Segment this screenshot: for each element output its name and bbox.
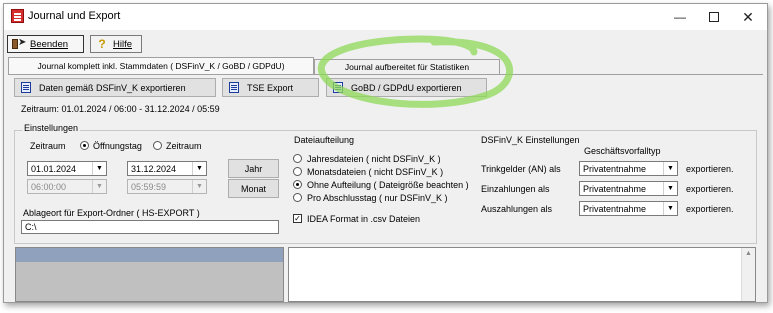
export-folder-value: C:\ <box>25 222 37 232</box>
month-button-label: Monat <box>240 183 266 194</box>
year-button[interactable]: Jahr <box>228 159 279 178</box>
title-bar: Journal und Export — ✕ <box>4 4 767 30</box>
payout-suffix: exportieren. <box>686 204 734 214</box>
tip-type-select[interactable]: Privatentnahme ▼ <box>579 161 678 176</box>
journal-list-header <box>16 248 283 262</box>
maximize-button[interactable] <box>697 4 731 30</box>
help-button[interactable]: ? Hilfe <box>90 35 142 53</box>
zeitraum-label: Zeitraum <box>30 141 66 151</box>
radio-jahresdateien-label: Jahresdateien ( nicht DSFinV_K ) <box>307 154 441 164</box>
close-icon: ✕ <box>742 8 754 25</box>
tab-divider <box>8 74 763 75</box>
deposit-type-value: Privatentnahme <box>583 183 647 194</box>
year-button-label: Jahr <box>244 163 263 174</box>
log-output-panel[interactable]: ▲ <box>288 247 756 302</box>
scroll-up-icon: ▲ <box>745 250 752 257</box>
export-folder-input[interactable]: C:\ <box>21 220 279 234</box>
chevron-down-icon: ▼ <box>92 162 106 175</box>
idea-checkbox[interactable]: ✓ <box>293 214 302 223</box>
tip-label: Trinkgelder (AN) als <box>481 164 561 174</box>
radio-monatsdateien[interactable] <box>293 167 302 176</box>
deposit-label: Einzahlungen als <box>481 184 550 194</box>
chevron-down-icon: ▼ <box>663 182 677 195</box>
vertical-scrollbar[interactable]: ▲ <box>741 248 755 301</box>
gobd-export-button[interactable]: GoBD / GDPdU exportieren <box>326 78 487 97</box>
month-button[interactable]: Monat <box>228 179 279 198</box>
tse-export-label: TSE Export <box>247 82 294 93</box>
period-text: Zeitraum: 01.01.2024 / 06:00 - 31.12.202… <box>21 104 220 114</box>
deposit-suffix: exportieren. <box>686 184 734 194</box>
minimize-icon: — <box>674 10 686 24</box>
radio-ohne-aufteilung[interactable] <box>293 180 302 189</box>
dsfinv-heading: DSFinV_K Einstellungen <box>481 135 580 145</box>
export-folder-label: Ablageort für Export-Ordner ( HS-EXPORT … <box>23 208 200 218</box>
file-split-heading: Dateiaufteilung <box>294 135 355 145</box>
time-from-picker: 06:00:00 ▼ <box>27 179 107 194</box>
close-button[interactable]: ✕ <box>731 4 765 30</box>
tip-type-value: Privatentnahme <box>583 163 647 174</box>
payout-label: Auszahlungen als <box>481 204 553 214</box>
tab-journal-komplett[interactable]: Journal komplett inkl. Stammdaten ( DSFi… <box>8 57 314 74</box>
chevron-down-icon: ▼ <box>192 180 206 193</box>
time-from-value: 06:00:00 <box>31 181 67 192</box>
tab-journal-statistik-label: Journal aufbereitet für Statistiken <box>344 62 470 72</box>
idea-checkbox-label: IDEA Format in .csv Dateien <box>307 214 421 224</box>
document-icon <box>333 82 343 93</box>
radio-ohne-aufteilung-label: Ohne Aufteilung ( Dateigröße beachten ) <box>307 180 469 190</box>
document-icon <box>229 82 239 93</box>
export-dsfinv-button[interactable]: Daten gemäß DSFinV_K exportieren <box>14 78 216 97</box>
window-title: Journal und Export <box>28 10 121 22</box>
radio-pro-abschlusstag-label: Pro Abschlusstag ( nur DSFinV_K ) <box>307 193 448 203</box>
settings-legend: Einstellungen <box>22 123 81 133</box>
radio-oeffnungstag[interactable] <box>80 141 89 150</box>
exit-icon: ➤ <box>12 38 26 50</box>
tip-suffix: exportieren. <box>686 164 734 174</box>
date-to-picker[interactable]: 31.12.2024 ▼ <box>127 161 207 176</box>
time-to-picker: 05:59:59 ▼ <box>127 179 207 194</box>
date-from-value: 01.01.2024 <box>31 163 77 174</box>
app-icon <box>11 9 24 23</box>
payout-type-value: Privatentnahme <box>583 203 647 214</box>
help-label: Hilfe <box>113 38 133 50</box>
help-icon: ? <box>98 37 106 51</box>
time-to-value: 05:59:59 <box>131 181 167 192</box>
document-icon <box>21 82 31 93</box>
deposit-type-select[interactable]: Privatentnahme ▼ <box>579 181 678 196</box>
date-from-picker[interactable]: 01.01.2024 ▼ <box>27 161 107 176</box>
exit-label: Beenden <box>30 38 69 50</box>
main-window: Journal und Export — ✕ ➤ Beenden ? Hilfe… <box>3 3 768 303</box>
radio-oeffnungstag-label: Öffnungstag <box>93 141 142 151</box>
export-dsfinv-label: Daten gemäß DSFinV_K exportieren <box>39 82 186 93</box>
journal-list-panel[interactable] <box>15 247 284 302</box>
checkmark-icon: ✓ <box>294 214 301 223</box>
exit-button[interactable]: ➤ Beenden <box>7 35 84 53</box>
radio-jahresdateien[interactable] <box>293 154 302 163</box>
chevron-down-icon: ▼ <box>663 202 677 215</box>
radio-zeitraum[interactable] <box>153 141 162 150</box>
payout-type-select[interactable]: Privatentnahme ▼ <box>579 201 678 216</box>
gv-typ-header: Geschäftsvorfalltyp <box>584 146 661 156</box>
gobd-export-label: GoBD / GDPdU exportieren <box>351 82 462 93</box>
date-to-value: 31.12.2024 <box>131 163 177 174</box>
radio-monatsdateien-label: Monatsdateien ( nicht DSFinV_K ) <box>307 167 444 177</box>
minimize-button[interactable]: — <box>663 4 697 30</box>
tse-export-button[interactable]: TSE Export <box>222 78 319 97</box>
chevron-down-icon: ▼ <box>92 180 106 193</box>
maximize-icon <box>709 12 719 22</box>
tab-journal-statistik[interactable]: Journal aufbereitet für Statistiken <box>314 59 500 74</box>
tab-journal-komplett-label: Journal komplett inkl. Stammdaten ( DSFi… <box>37 61 285 71</box>
radio-zeitraum-label: Zeitraum <box>166 141 202 151</box>
chevron-down-icon: ▼ <box>663 162 677 175</box>
chevron-down-icon: ▼ <box>192 162 206 175</box>
radio-pro-abschlusstag[interactable] <box>293 193 302 202</box>
